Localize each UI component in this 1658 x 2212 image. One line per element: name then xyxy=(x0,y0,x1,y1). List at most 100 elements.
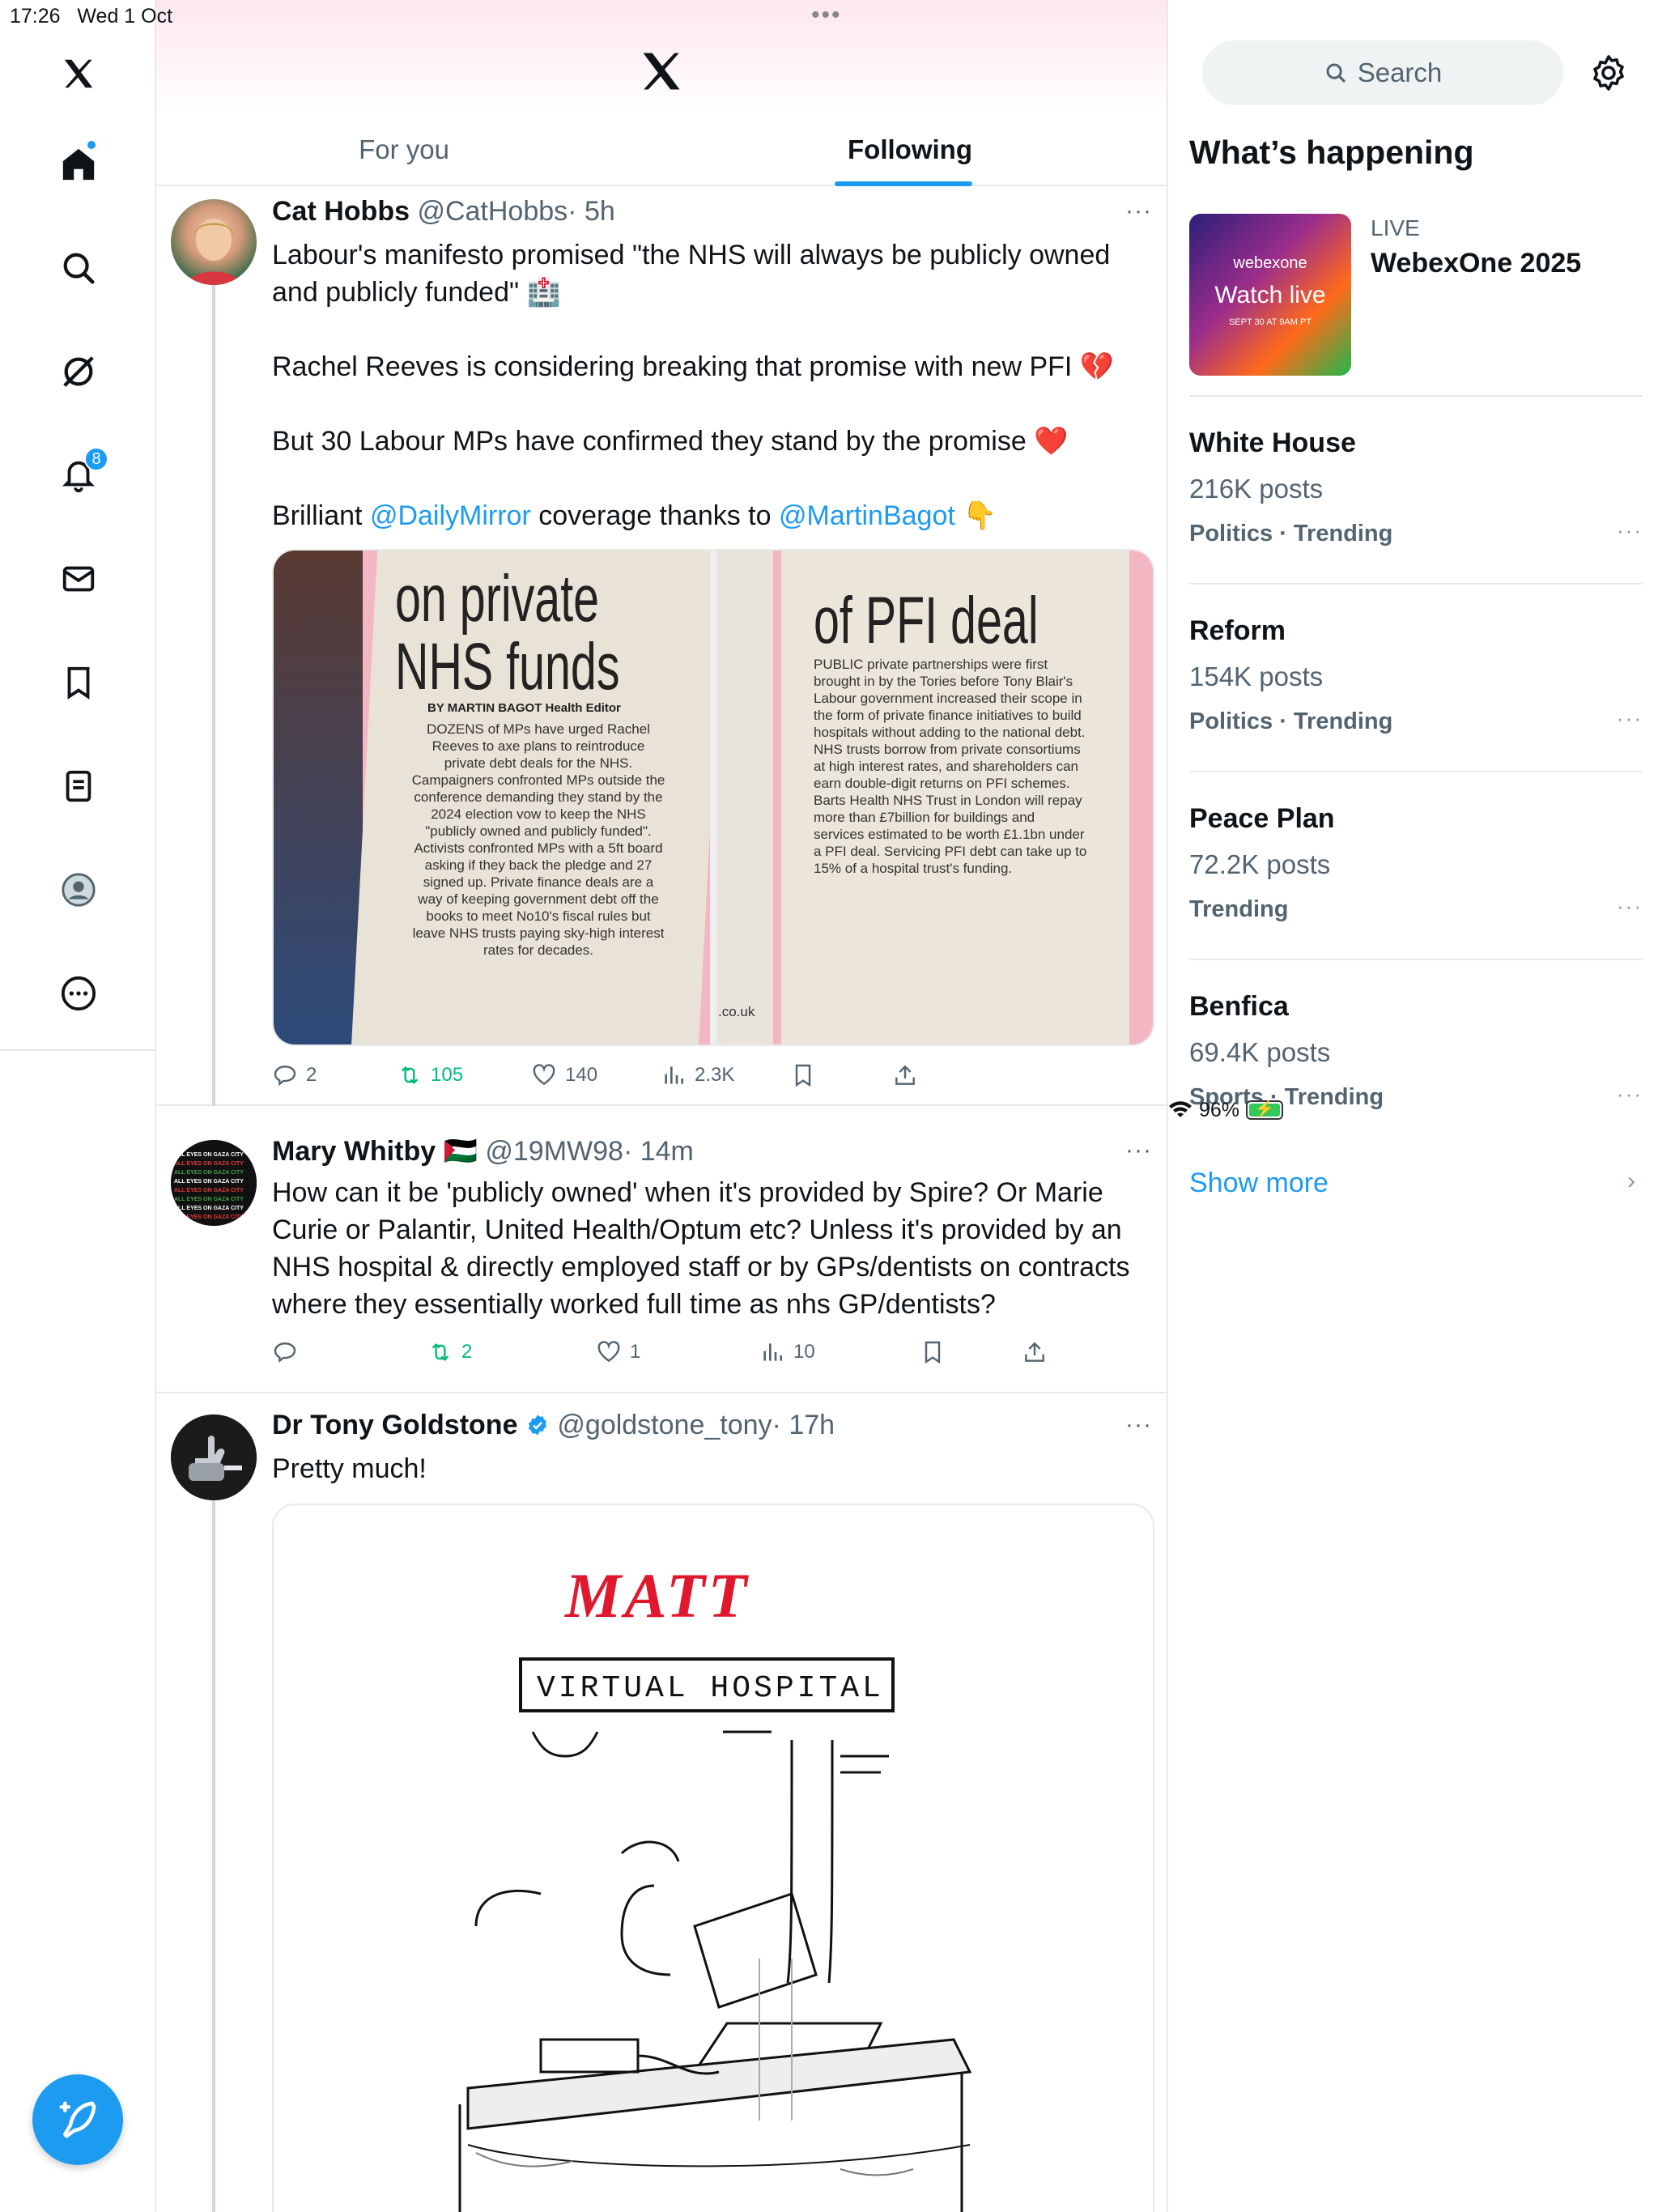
clipping-headline: of PFI deal xyxy=(814,584,1039,657)
app-root: 17:26 Wed 1 Oct ••• 96% ⚡ 8 For you Foll… xyxy=(0,0,1658,2212)
tweet-cat-hobbs[interactable]: Cat Hobbs @CatHobbs· 5h ··· Labour's man… xyxy=(156,186,1167,1106)
x-header-logo-icon[interactable] xyxy=(637,47,686,96)
repost-button[interactable]: 105 xyxy=(397,1059,463,1091)
clipping-byline: BY MARTIN BAGOT Health Editor xyxy=(427,701,621,715)
grok-icon[interactable] xyxy=(50,343,107,400)
clipping-side-text: .co.uk xyxy=(718,1004,755,1019)
paper-side xyxy=(716,551,773,1044)
svg-text:ALL EYES ON GAZA CITY: ALL EYES ON GAZA CITY xyxy=(174,1214,244,1220)
reply-icon xyxy=(274,1066,296,1087)
tweet-header: Cat Hobbs @CatHobbs· 5h xyxy=(272,196,615,228)
newspaper-clipping-2[interactable]: of PFI deal PUBLIC private partnerships … xyxy=(716,551,1153,1044)
tab-for-you[interactable]: For you xyxy=(156,113,652,186)
clipping-headline: on private NHS funds xyxy=(395,562,620,704)
clipping-body: DOZENS of MPs have urged Rachel Reeves t… xyxy=(411,721,665,958)
tweet-more-button[interactable]: ··· xyxy=(1125,198,1152,225)
tweet-paragraph: Brilliant @DailyMirror coverage thanks t… xyxy=(272,500,997,531)
messages-icon[interactable] xyxy=(50,551,107,607)
tweet-text: How can it be 'publicly owned' when it's… xyxy=(272,1177,1130,1320)
like-button[interactable]: 140 xyxy=(531,1059,597,1091)
tweet-time[interactable]: · 5h xyxy=(568,196,615,227)
author-handle[interactable]: @CatHobbs xyxy=(417,196,568,227)
status-time: 17:26 Wed 1 Oct xyxy=(10,5,173,28)
tweet-time[interactable]: · 14m xyxy=(623,1136,694,1167)
avatar[interactable]: ALL EYES ON GAZA CITY ALL EYES ON GAZA C… xyxy=(171,1140,257,1226)
bookmark-button[interactable] xyxy=(790,1059,816,1091)
heart-icon xyxy=(533,1064,555,1086)
battery-icon: ⚡ xyxy=(1246,1100,1284,1120)
tweet-mary-whitby[interactable]: ALL EYES ON GAZA CITY ALL EYES ON GAZA C… xyxy=(156,1106,1167,1393)
repost-icon xyxy=(401,1066,419,1085)
tweet-paragraph: Labour's manifesto promised "the NHS wil… xyxy=(272,240,1111,308)
notifications-icon[interactable]: 8 xyxy=(50,447,108,504)
tweet-more-button[interactable]: ··· xyxy=(1125,1411,1152,1439)
compose-feather-icon xyxy=(59,2101,96,2138)
timeline-tabs: For you Following xyxy=(156,113,1167,186)
author-name[interactable]: Dr Tony Goldstone xyxy=(272,1410,517,1440)
author-flag: 🇵🇸 xyxy=(443,1136,478,1167)
author-name[interactable]: Mary Whitby xyxy=(272,1136,436,1167)
share-button[interactable] xyxy=(1022,1336,1048,1368)
tweet-paragraph: But 30 Labour MPs have confirmed they st… xyxy=(272,426,1069,457)
cartoon-signature: MATT xyxy=(563,1560,750,1631)
profile-icon[interactable] xyxy=(50,861,107,918)
search-nav-icon[interactable] xyxy=(50,240,107,296)
repost-button[interactable]: 2 xyxy=(427,1336,472,1368)
views-button[interactable]: 10 xyxy=(759,1336,815,1368)
timeline: For you Following Cat Hobbs @CatHobbs· 5… xyxy=(156,0,1168,2212)
tab-following[interactable]: Following xyxy=(652,113,1167,186)
svg-text:ALL EYES ON GAZA CITY: ALL EYES ON GAZA CITY xyxy=(174,1206,244,1211)
tweet-time[interactable]: · 17h xyxy=(772,1410,835,1440)
bookmark-button[interactable] xyxy=(920,1336,946,1368)
tweet-text: Pretty much! xyxy=(272,1453,427,1484)
status-right: 96% ⚡ xyxy=(1168,4,1658,2212)
bookmarks-icon[interactable] xyxy=(50,654,107,711)
wifi-icon xyxy=(1169,1101,1192,1117)
views-button[interactable]: 2.3K xyxy=(661,1059,734,1091)
newspaper-clipping-1[interactable]: on private NHS funds BY MARTIN BAGOT Heal… xyxy=(274,551,710,1044)
compose-button[interactable] xyxy=(32,2074,123,2165)
left-nav: 8 xyxy=(0,0,156,2212)
battery-percent: 96% xyxy=(1199,1098,1240,1121)
avatar[interactable] xyxy=(171,199,257,285)
clipping-body: PUBLIC private partnerships were first b… xyxy=(814,657,1087,876)
home-new-dot xyxy=(86,139,97,151)
cartoon-image[interactable]: MATT VIRTUAL HOSPITAL xyxy=(272,1504,1154,2212)
tweet-actions: 2 105 140 2.3K xyxy=(272,1059,1082,1091)
views-icon xyxy=(665,1066,683,1084)
reply-button[interactable]: 2 xyxy=(272,1059,317,1091)
mention-link[interactable]: @MartinBagot xyxy=(779,500,955,531)
tweet-media[interactable]: on private NHS funds BY MARTIN BAGOT Heal… xyxy=(272,549,1154,1046)
tweet-tony-goldstone[interactable]: Dr Tony Goldstone @goldstone_tony· 17h ·… xyxy=(156,1393,1167,2212)
thread-line xyxy=(212,285,215,1106)
x-logo-icon[interactable] xyxy=(50,45,107,102)
author-handle[interactable]: @19MW98 xyxy=(485,1136,623,1167)
thread-line xyxy=(212,1500,215,2212)
lists-icon[interactable] xyxy=(50,758,107,815)
tweet-header: Dr Tony Goldstone @goldstone_tony· 17h xyxy=(272,1410,835,1441)
author-handle[interactable]: @goldstone_tony xyxy=(557,1410,772,1440)
share-icon xyxy=(895,1065,915,1085)
tweet-paragraph: Rachel Reeves is considering breaking th… xyxy=(272,351,1115,382)
like-button[interactable]: 1 xyxy=(596,1336,640,1368)
bookmark-icon xyxy=(795,1064,811,1087)
multitask-dots[interactable]: ••• xyxy=(811,2,842,29)
verified-badge-icon xyxy=(528,1414,546,1436)
reply-button[interactable] xyxy=(272,1336,298,1368)
mention-link[interactable]: @DailyMirror xyxy=(370,500,531,531)
avatar[interactable] xyxy=(171,1414,257,1500)
heart-icon xyxy=(597,1341,620,1363)
reply-icon xyxy=(274,1342,296,1363)
tweet-actions: 2 1 10 xyxy=(272,1336,1082,1368)
tweet-header: Mary Whitby 🇵🇸 @19MW98· 14m xyxy=(272,1135,694,1168)
tweet-more-button[interactable]: ··· xyxy=(1125,1137,1152,1164)
home-icon[interactable] xyxy=(50,136,107,193)
repost-icon xyxy=(432,1342,449,1362)
more-options-icon[interactable] xyxy=(50,965,107,1022)
svg-text:ALL EYES ON GAZA CITY: ALL EYES ON GAZA CITY xyxy=(174,1197,244,1202)
photo-strip xyxy=(274,551,363,1044)
notifications-badge: 8 xyxy=(84,447,108,471)
status-bar: 17:26 Wed 1 Oct ••• 96% ⚡ xyxy=(0,0,1658,1121)
share-button[interactable] xyxy=(892,1059,918,1091)
author-name[interactable]: Cat Hobbs xyxy=(272,196,410,227)
